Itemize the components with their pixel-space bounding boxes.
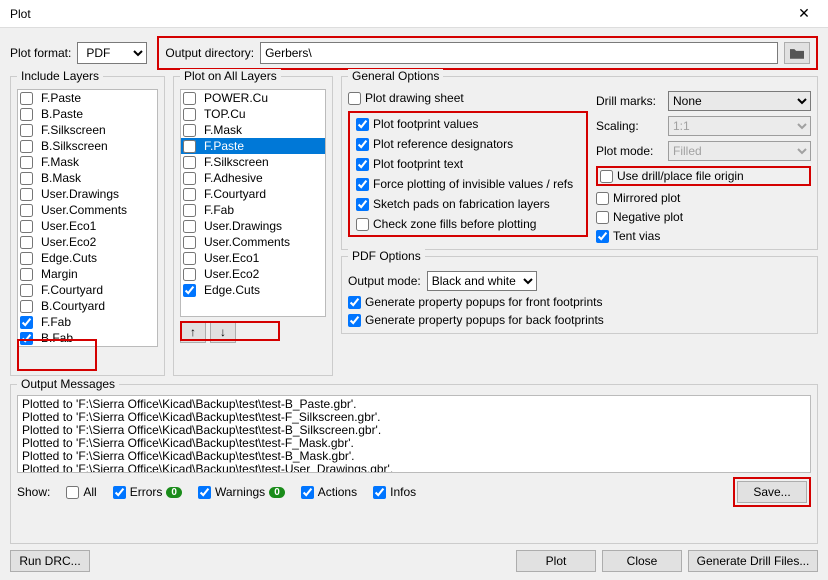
- save-button[interactable]: Save...: [737, 481, 807, 503]
- use-drill-origin-check[interactable]: Use drill/place file origin: [600, 169, 807, 183]
- layer-item[interactable]: F.Paste: [181, 138, 325, 154]
- gen-front-popups-check[interactable]: Generate property popups for front footp…: [348, 295, 811, 309]
- layer-item[interactable]: User.Drawings: [181, 218, 325, 234]
- layer-item[interactable]: F.Adhesive: [181, 170, 325, 186]
- gen-back-popups-check[interactable]: Generate property popups for back footpr…: [348, 313, 811, 327]
- browse-folder-button[interactable]: [784, 42, 810, 64]
- plot-all-layers-list[interactable]: POWER.CuTOP.CuF.MaskF.PasteF.SilkscreenF…: [180, 89, 326, 317]
- layer-item[interactable]: F.Silkscreen: [181, 154, 325, 170]
- layer-item[interactable]: B.Mask: [18, 170, 157, 186]
- plot-footprint-text-check[interactable]: Plot footprint text: [356, 157, 580, 171]
- general-options-group: General Options Plot drawing sheet Plot …: [341, 76, 818, 250]
- plot-format-select[interactable]: PDF: [77, 42, 147, 64]
- pdf-output-mode-select[interactable]: Black and white: [427, 271, 537, 291]
- plot-drawing-sheet-check[interactable]: Plot drawing sheet: [348, 91, 588, 105]
- tent-vias-check[interactable]: Tent vias: [596, 229, 811, 243]
- layer-item[interactable]: B.Silkscreen: [18, 138, 157, 154]
- generate-drill-button[interactable]: Generate Drill Files...: [688, 550, 818, 572]
- plot-button[interactable]: Plot: [516, 550, 596, 572]
- force-plotting-invisible-check[interactable]: Force plotting of invisible values / ref…: [356, 177, 580, 191]
- show-infos-check[interactable]: Infos: [373, 485, 416, 499]
- layer-item[interactable]: Edge.Cuts: [181, 282, 325, 298]
- plot-reference-designators-check[interactable]: Plot reference designators: [356, 137, 580, 151]
- layer-item[interactable]: User.Eco2: [181, 266, 325, 282]
- show-all-check[interactable]: All: [66, 485, 96, 499]
- show-actions-check[interactable]: Actions: [301, 485, 357, 499]
- layer-item[interactable]: B.Paste: [18, 106, 157, 122]
- mirrored-plot-check[interactable]: Mirrored plot: [596, 191, 811, 205]
- layer-item[interactable]: User.Comments: [18, 202, 157, 218]
- negative-plot-check[interactable]: Negative plot: [596, 210, 811, 224]
- plot-format-label: Plot format:: [10, 46, 71, 60]
- layer-item[interactable]: TOP.Cu: [181, 106, 325, 122]
- output-message-line: Plotted to 'F:\Sierra Office\Kicad\Backu…: [22, 463, 806, 473]
- include-layers-group: Include Layers F.PasteB.PasteF.Silkscree…: [10, 76, 165, 376]
- output-messages-group: Output Messages Plotted to 'F:\Sierra Of…: [10, 384, 818, 544]
- show-warnings-check[interactable]: Warnings 0: [198, 485, 285, 499]
- include-layers-list[interactable]: F.PasteB.PasteF.SilkscreenB.SilkscreenF.…: [17, 89, 158, 347]
- check-zone-fills-check[interactable]: Check zone fills before plotting: [356, 217, 580, 231]
- plot-mode-select[interactable]: Filled: [668, 141, 811, 161]
- layer-item[interactable]: F.Silkscreen: [18, 122, 157, 138]
- sketch-pads-check[interactable]: Sketch pads on fabrication layers: [356, 197, 580, 211]
- output-directory-input[interactable]: [260, 42, 778, 64]
- layer-item[interactable]: POWER.Cu: [181, 90, 325, 106]
- output-directory-group: Output directory:: [157, 36, 818, 70]
- layer-item[interactable]: User.Eco2: [18, 234, 157, 250]
- layer-item[interactable]: F.Mask: [181, 122, 325, 138]
- show-errors-check[interactable]: Errors 0: [113, 485, 182, 499]
- output-messages-list[interactable]: Plotted to 'F:\Sierra Office\Kicad\Backu…: [17, 395, 811, 473]
- layer-item[interactable]: User.Comments: [181, 234, 325, 250]
- layer-item[interactable]: User.Eco1: [18, 218, 157, 234]
- layer-item[interactable]: F.Mask: [18, 154, 157, 170]
- folder-icon: [790, 48, 804, 59]
- layer-item[interactable]: F.Fab: [181, 202, 325, 218]
- close-icon[interactable]: ✕: [790, 5, 818, 22]
- window-title: Plot: [10, 7, 790, 21]
- pdf-options-group: PDF Options Output mode:Black and white …: [341, 256, 818, 334]
- output-directory-label: Output directory:: [165, 46, 254, 60]
- highlight-save: Save...: [733, 477, 811, 507]
- layer-item[interactable]: F.Fab: [18, 314, 157, 330]
- layer-item[interactable]: User.Drawings: [18, 186, 157, 202]
- layer-item[interactable]: Edge.Cuts: [18, 250, 157, 266]
- plot-all-layers-group: Plot on All Layers POWER.CuTOP.CuF.MaskF…: [173, 76, 333, 376]
- move-down-button[interactable]: ↓: [210, 321, 236, 343]
- highlight-plot-options: Plot footprint values Plot reference des…: [348, 111, 588, 237]
- layer-item[interactable]: B.Fab: [18, 330, 157, 346]
- layer-item[interactable]: F.Paste: [18, 90, 157, 106]
- plot-footprint-values-check[interactable]: Plot footprint values: [356, 117, 580, 131]
- highlight-drill-origin: Use drill/place file origin: [596, 166, 811, 186]
- layer-item[interactable]: Margin: [18, 266, 157, 282]
- drill-marks-select[interactable]: None: [668, 91, 811, 111]
- layer-item[interactable]: F.Courtyard: [181, 186, 325, 202]
- run-drc-button[interactable]: Run DRC...: [10, 550, 90, 572]
- layer-item[interactable]: B.Courtyard: [18, 298, 157, 314]
- show-label: Show:: [17, 485, 50, 499]
- layer-item[interactable]: F.Courtyard: [18, 282, 157, 298]
- move-up-button[interactable]: ↑: [180, 321, 206, 343]
- close-button[interactable]: Close: [602, 550, 682, 572]
- layer-item[interactable]: User.Eco1: [181, 250, 325, 266]
- scaling-select[interactable]: 1:1: [668, 116, 811, 136]
